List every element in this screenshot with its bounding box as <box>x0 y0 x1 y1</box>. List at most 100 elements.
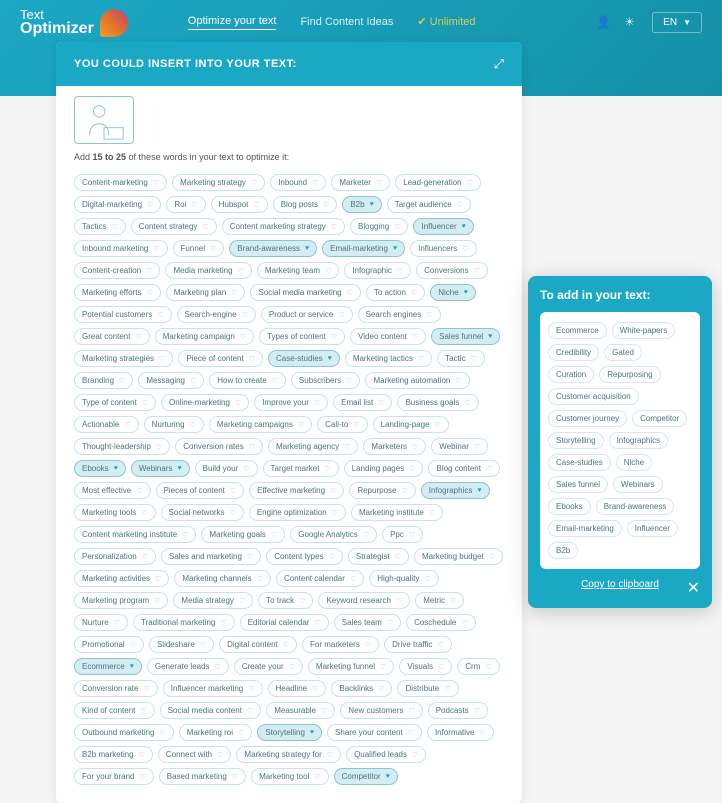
keyword-tag[interactable]: Keyword research♡ <box>318 592 410 609</box>
heart-icon[interactable]: ♡ <box>124 421 130 429</box>
heart-icon[interactable]: ♡ <box>408 729 414 737</box>
heart-icon[interactable]: ♡ <box>363 531 369 539</box>
heart-icon[interactable]: ♡ <box>489 553 495 561</box>
heart-icon[interactable]: ♡ <box>444 685 450 693</box>
heart-icon[interactable]: ♡ <box>314 619 320 627</box>
keyword-tag[interactable]: Editorial calendar♡ <box>240 614 329 631</box>
keyword-tag[interactable]: Strategist♡ <box>348 548 409 565</box>
keyword-tag[interactable]: Marketing tools♡ <box>74 504 156 521</box>
keyword-tag[interactable]: Build your♡ <box>195 460 258 477</box>
keyword-tag[interactable]: For your brand♡ <box>74 768 154 785</box>
keyword-tag[interactable]: Ppc♡ <box>382 526 423 543</box>
heart-icon[interactable]: ♡ <box>331 333 337 341</box>
heart-icon[interactable]: ♥ <box>393 245 397 252</box>
keyword-tag[interactable]: Media marketing♡ <box>165 262 251 279</box>
language-selector[interactable]: EN ▼ <box>652 12 702 33</box>
heart-icon[interactable]: ♡ <box>314 773 320 781</box>
heart-icon[interactable]: ♡ <box>230 509 236 517</box>
heart-icon[interactable]: ♡ <box>327 751 333 759</box>
heart-icon[interactable]: ♡ <box>378 685 384 693</box>
keyword-tag[interactable]: Marketing program♡ <box>74 592 168 609</box>
keyword-tag[interactable]: Marketing channels♡ <box>174 570 271 587</box>
heart-icon[interactable]: ♡ <box>139 773 145 781</box>
keyword-tag[interactable]: Visuals♡ <box>399 658 452 675</box>
keyword-tag[interactable]: Branding♡ <box>74 372 133 389</box>
keyword-tag[interactable]: Marketers♡ <box>363 438 426 455</box>
heart-icon[interactable]: ♡ <box>220 619 226 627</box>
heart-icon[interactable]: ♡ <box>242 311 248 319</box>
keyword-tag[interactable]: Content strategy♡ <box>131 218 217 235</box>
heart-icon[interactable]: ♡ <box>239 597 245 605</box>
keyword-tag[interactable]: Competitor♥ <box>334 768 398 785</box>
keyword-tag[interactable]: Google Analytics♡ <box>290 526 377 543</box>
heart-icon[interactable]: ♡ <box>182 531 188 539</box>
keyword-tag[interactable]: Great content♡ <box>74 328 150 345</box>
heart-icon[interactable]: ♡ <box>247 707 253 715</box>
heart-icon[interactable]: ♡ <box>147 201 153 209</box>
keyword-tag[interactable]: Drive traffic♡ <box>384 636 452 653</box>
copy-to-clipboard-link[interactable]: Copy to clipboard <box>540 579 700 590</box>
keyword-tag[interactable]: Email list♡ <box>333 394 392 411</box>
heart-icon[interactable]: ♡ <box>248 685 254 693</box>
user-icon[interactable]: 👤 <box>596 15 612 31</box>
heart-icon[interactable]: ♡ <box>346 377 352 385</box>
heart-icon[interactable]: ♡ <box>344 443 350 451</box>
keyword-tag[interactable]: Coschedule♡ <box>406 614 476 631</box>
heart-icon[interactable]: ♡ <box>461 619 467 627</box>
heart-icon[interactable]: ♡ <box>347 289 353 297</box>
keyword-tag[interactable]: Roi♡ <box>166 196 205 213</box>
heart-icon[interactable]: ♡ <box>376 179 382 187</box>
heart-icon[interactable]: ♡ <box>140 707 146 715</box>
heart-icon[interactable]: ♡ <box>474 443 480 451</box>
keyword-tag[interactable]: How to create♡ <box>209 372 286 389</box>
keyword-tag[interactable]: Marketing team♡ <box>257 262 339 279</box>
keyword-tag[interactable]: Landing-page♡ <box>373 416 449 433</box>
heart-icon[interactable]: ♡ <box>426 311 432 319</box>
keyword-tag[interactable]: Sales funnel♥ <box>431 328 500 345</box>
heart-icon[interactable]: ♡ <box>238 729 244 737</box>
heart-icon[interactable]: ♥ <box>305 245 309 252</box>
keyword-tag[interactable]: Effective marketing♡ <box>249 482 344 499</box>
keyword-tag[interactable]: Marketing budget♡ <box>414 548 503 565</box>
heart-icon[interactable]: ♡ <box>350 575 356 583</box>
keyword-tag[interactable]: Social networks♡ <box>161 504 244 521</box>
heart-icon[interactable]: ♡ <box>202 223 208 231</box>
heart-icon[interactable]: ♡ <box>312 179 318 187</box>
heart-icon[interactable]: ♡ <box>156 443 162 451</box>
heart-icon[interactable]: ♡ <box>365 641 371 649</box>
keyword-tag[interactable]: Pieces of content♡ <box>156 482 245 499</box>
keyword-tag[interactable]: Improve your♡ <box>254 394 328 411</box>
keyword-tag[interactable]: Lead-generation♡ <box>395 174 481 191</box>
keyword-tag[interactable]: Marketing campaigns♡ <box>209 416 312 433</box>
keyword-tag[interactable]: High-quality♡ <box>369 570 439 587</box>
keyword-tag[interactable]: Case-studies♥ <box>268 350 340 367</box>
keyword-tag[interactable]: Marketing agency♡ <box>268 438 358 455</box>
heart-icon[interactable]: ♡ <box>435 421 441 429</box>
keyword-tag[interactable]: For marketers♡ <box>302 636 379 653</box>
heart-icon[interactable]: ♡ <box>153 245 159 253</box>
keyword-tag[interactable]: Outbound marketing♡ <box>74 724 174 741</box>
heart-icon[interactable]: ♡ <box>215 663 221 671</box>
keyword-tag[interactable]: Generate leads♡ <box>147 658 229 675</box>
heart-icon[interactable]: ♡ <box>411 289 417 297</box>
heart-icon[interactable]: ♡ <box>437 641 443 649</box>
heart-icon[interactable]: ♡ <box>323 201 329 209</box>
heart-icon[interactable]: ♡ <box>321 707 327 715</box>
heart-icon[interactable]: ♡ <box>401 487 407 495</box>
heart-icon[interactable]: ♡ <box>394 223 400 231</box>
heart-icon[interactable]: ♡ <box>217 751 223 759</box>
keyword-tag[interactable]: Thought-leadership♡ <box>74 438 170 455</box>
heart-icon[interactable]: ♡ <box>238 267 244 275</box>
heart-icon[interactable]: ♡ <box>249 443 255 451</box>
heart-icon[interactable]: ♡ <box>235 399 241 407</box>
heart-icon[interactable]: ♡ <box>249 355 255 363</box>
keyword-tag[interactable]: Inbound marketing♡ <box>74 240 168 257</box>
heart-icon[interactable]: ♡ <box>464 399 470 407</box>
keyword-tag[interactable]: Product or service♡ <box>261 306 353 323</box>
heart-icon[interactable]: ♡ <box>243 465 249 473</box>
heart-icon[interactable]: ♥ <box>328 355 332 362</box>
heart-icon[interactable]: ♡ <box>387 619 393 627</box>
keyword-tag[interactable]: Headline♡ <box>268 680 327 697</box>
keyword-tag[interactable]: Hubspot♡ <box>211 196 268 213</box>
heart-icon[interactable]: ♡ <box>324 465 330 473</box>
